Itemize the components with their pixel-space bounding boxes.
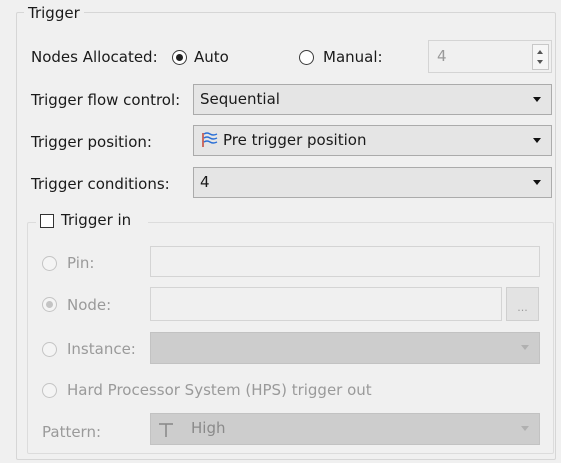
pin-label: Pin: (67, 254, 95, 272)
hps-label: Hard Processor System (HPS) trigger out (67, 381, 372, 399)
pin-radio[interactable] (42, 256, 57, 271)
nodes-allocated-label: Nodes Allocated: (31, 48, 158, 66)
chevron-down-icon (533, 180, 541, 185)
instance-radio[interactable] (42, 342, 57, 357)
chevron-down-icon (521, 426, 529, 431)
flow-control-dropdown[interactable]: Sequential (193, 84, 552, 115)
spin-down-icon[interactable] (537, 60, 543, 64)
radio-selected-dot (46, 301, 53, 308)
spin-buttons[interactable] (532, 44, 549, 70)
pattern-dropdown[interactable]: High (150, 413, 540, 445)
trigger-position-value: Pre trigger position (223, 131, 367, 149)
manual-radio[interactable] (299, 50, 314, 65)
browse-button[interactable]: ... (506, 287, 539, 321)
flow-control-value: Sequential (200, 90, 280, 108)
trigger-group-title: Trigger (24, 4, 84, 22)
chevron-down-icon (533, 138, 541, 143)
hps-radio[interactable] (42, 383, 57, 398)
manual-radio-label[interactable]: Manual: (323, 48, 383, 66)
chevron-down-icon (533, 97, 541, 102)
manual-nodes-spinbox[interactable]: 4 (428, 40, 552, 73)
pre-trigger-icon (202, 132, 218, 147)
radio-selected-dot (176, 54, 183, 61)
trigger-in-checkbox[interactable] (40, 214, 54, 228)
node-label: Node: (67, 296, 112, 314)
trigger-conditions-dropdown[interactable]: 4 (193, 167, 552, 198)
trigger-in-label[interactable]: Trigger in (61, 211, 131, 229)
node-radio[interactable] (42, 297, 57, 312)
pin-field[interactable] (150, 246, 540, 277)
trigger-conditions-label: Trigger conditions: (31, 175, 170, 193)
trigger-conditions-value: 4 (200, 173, 210, 191)
high-level-icon (159, 423, 173, 437)
chevron-down-icon (521, 345, 529, 350)
instance-label: Instance: (67, 340, 136, 358)
auto-radio-label[interactable]: Auto (194, 48, 229, 66)
pattern-label: Pattern: (42, 423, 102, 441)
auto-radio[interactable] (172, 50, 187, 65)
flow-control-label: Trigger flow control: (31, 91, 181, 109)
node-field[interactable] (150, 287, 502, 321)
spin-up-icon[interactable] (537, 50, 543, 54)
pattern-value: High (191, 419, 226, 437)
manual-nodes-value: 4 (437, 47, 447, 65)
trigger-position-label: Trigger position: (31, 133, 152, 151)
instance-dropdown[interactable] (150, 332, 540, 364)
trigger-position-dropdown[interactable]: Pre trigger position (193, 125, 552, 156)
